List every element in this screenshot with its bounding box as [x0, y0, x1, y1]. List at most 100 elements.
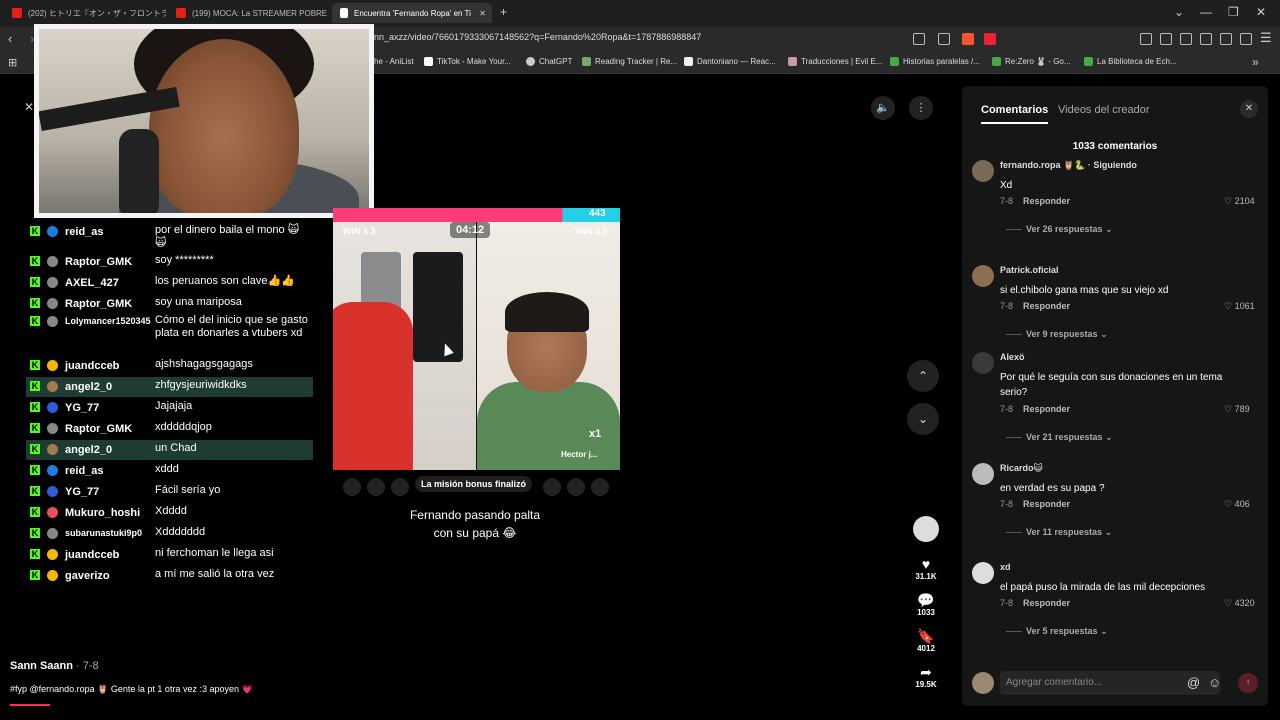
browser-tab-bar: (202) ヒトリエ『オン・ザ・フロントライン』- Y (199) MOCA: … — [0, 0, 1280, 26]
more-options-icon[interactable]: ⋮ — [909, 96, 933, 120]
wallet-icon[interactable] — [1200, 33, 1212, 45]
post-author[interactable]: Sann Saann · 7-8 — [10, 660, 99, 672]
comment-like-button[interactable]: ♡ 2104 — [1224, 196, 1255, 207]
more-bookmarks-icon[interactable]: » — [1252, 55, 1259, 69]
chat-username[interactable]: Mukuro_hoshi — [65, 507, 140, 519]
video-player[interactable]: 443 WIN x 3 WIN x 0 x1 Hector j... 04:12 — [333, 208, 620, 470]
chat-username[interactable]: reid_as — [65, 226, 104, 238]
close-tab-icon[interactable]: ✕ — [479, 9, 492, 18]
brave-shield-icon[interactable] — [962, 33, 974, 45]
tab-search-icon[interactable]: ⌄ — [1174, 5, 1184, 19]
chat-username[interactable]: AXEL_427 — [65, 277, 119, 289]
emoji-icon[interactable]: ☺ — [1208, 675, 1221, 690]
mention-icon[interactable]: @ — [1187, 675, 1200, 690]
next-video-button[interactable]: ⌄ — [907, 403, 939, 435]
browser-tab-3[interactable]: Encuentra 'Fernando Ropa' en Ti ✕ — [332, 3, 492, 23]
browser-tab-2[interactable]: (199) MOCA: La STREAMER POBRE M — [168, 3, 330, 23]
video-progress[interactable] — [10, 704, 50, 706]
comment-meta: 7-8 Responder — [1000, 196, 1070, 206]
view-replies-button[interactable]: Ver 21 respuestas ⌄ — [1006, 432, 1113, 443]
viewer-avatar — [591, 478, 609, 496]
chat-username[interactable]: angel2_0 — [65, 381, 112, 393]
bookmark-item[interactable]: Historias paralelas /... — [890, 57, 980, 66]
kick-icon: K — [30, 444, 40, 454]
translate-icon[interactable] — [913, 33, 925, 45]
view-replies-button[interactable]: Ver 11 respuestas ⌄ — [1006, 527, 1112, 538]
avatar[interactable] — [972, 265, 994, 287]
comment-username[interactable]: fernando.ropa 🦉🐍 · Siguiendo — [1000, 160, 1137, 171]
bookmark-item[interactable]: Traducciones | Evil E... — [788, 57, 882, 66]
comment-like-button[interactable]: ♡ 789 — [1224, 404, 1250, 415]
like-button[interactable]: ♥ 31.1K — [912, 556, 940, 581]
maximize-icon[interactable]: ❐ — [1228, 5, 1239, 19]
avatar[interactable] — [972, 160, 994, 182]
reply-button[interactable]: Responder — [1023, 499, 1070, 509]
chat-username[interactable]: Raptor_GMK — [65, 423, 132, 435]
reply-button[interactable]: Responder — [1023, 404, 1070, 414]
tab-comments[interactable]: Comentarios — [981, 104, 1049, 124]
chat-username[interactable]: reid_as — [65, 465, 104, 477]
new-tab-button[interactable]: + — [500, 5, 507, 19]
viewer-avatar — [567, 478, 585, 496]
creator-avatar[interactable] — [912, 516, 940, 542]
bookmark-item[interactable]: Re:Zero 🐰 - Go... — [992, 57, 1071, 66]
extensions-icon[interactable] — [1140, 33, 1152, 45]
close-window-icon[interactable]: ✕ — [1256, 5, 1266, 19]
cast-icon[interactable] — [938, 33, 950, 45]
avatar[interactable] — [972, 463, 994, 485]
save-button[interactable]: 🔖 4012 — [912, 628, 940, 653]
comment-button[interactable]: 💬 1033 — [912, 592, 940, 617]
avatar[interactable] — [972, 352, 994, 374]
apps-icon[interactable]: ⊞ — [8, 56, 17, 69]
kick-icon: K — [30, 486, 40, 496]
ai-icon[interactable] — [1220, 33, 1232, 45]
chat-username[interactable]: subarunastuki9p0 — [65, 528, 142, 538]
comment-like-button[interactable]: ♡ 4320 — [1224, 598, 1255, 609]
menu-icon[interactable]: ☰ — [1260, 30, 1272, 46]
chat-username[interactable]: angel2_0 — [65, 444, 112, 456]
chat-username[interactable]: gaverizo — [65, 570, 110, 582]
sidebar-icon[interactable] — [1180, 33, 1192, 45]
minimize-icon[interactable]: — — [1200, 5, 1212, 19]
comment-like-button[interactable]: ♡ 406 — [1224, 499, 1250, 510]
previous-video-button[interactable]: ⌃ — [907, 360, 939, 392]
chat-username[interactable]: juandcceb — [65, 360, 119, 372]
reply-button[interactable]: Responder — [1023, 301, 1070, 311]
close-icon[interactable]: ✕ — [1240, 100, 1258, 118]
comment-username[interactable]: xd — [1000, 562, 1011, 572]
comment-username[interactable]: Alexö — [1000, 352, 1025, 362]
bookmark-item[interactable]: La Biblioteca de Ech... — [1084, 57, 1177, 66]
url-field[interactable]: nn_axzz/video/7660179333067148562?q=Fern… — [374, 32, 701, 42]
bookmark-item[interactable]: Reading Tracker | Re... — [582, 57, 677, 66]
chat-username[interactable]: Lolymancer1520345 — [65, 316, 151, 326]
volume-icon[interactable]: 🔈 — [871, 96, 895, 120]
chat-username[interactable]: YG_77 — [65, 486, 99, 498]
share-button[interactable]: ➦ 19.5K — [912, 664, 940, 689]
vpn-icon[interactable] — [1240, 33, 1252, 45]
comment-username[interactable]: Ricardo😺 — [1000, 463, 1043, 474]
bookmark-item[interactable]: TikTok - Make Your... — [424, 57, 511, 66]
bookmark-item[interactable]: ChatGPT — [526, 57, 572, 66]
view-replies-button[interactable]: Ver 9 respuestas ⌄ — [1006, 329, 1108, 340]
avatar[interactable] — [972, 562, 994, 584]
chat-username[interactable]: juandcceb — [65, 549, 119, 561]
reply-button[interactable]: Responder — [1023, 196, 1070, 206]
music-icon[interactable] — [1160, 33, 1172, 45]
browser-tab-1[interactable]: (202) ヒトリエ『オン・ザ・フロントライン』- Y — [4, 3, 166, 23]
chat-username[interactable]: Raptor_GMK — [65, 256, 132, 268]
close-video-icon[interactable]: ✕ — [24, 100, 34, 114]
send-icon[interactable]: ↑ — [1238, 673, 1258, 693]
brave-rewards-icon[interactable] — [984, 33, 996, 45]
comment-like-button[interactable]: ♡ 1061 — [1224, 301, 1255, 312]
chat-text: zhfgysjeuriwidkdks — [155, 379, 247, 391]
reply-button[interactable]: Responder — [1023, 598, 1070, 608]
view-replies-button[interactable]: Ver 26 respuestas ⌄ — [1006, 224, 1113, 235]
chat-username[interactable]: YG_77 — [65, 402, 99, 414]
view-replies-button[interactable]: Ver 5 respuestas ⌄ — [1006, 626, 1108, 637]
bookmark-item[interactable]: Dantoniano — Reac... — [684, 57, 776, 66]
comment-username[interactable]: Patrick.oficial — [1000, 265, 1059, 275]
tab-creator-videos[interactable]: Videos del creador — [1058, 104, 1150, 116]
bookmark-item[interactable]: he - AniList — [374, 57, 414, 66]
chat-username[interactable]: Raptor_GMK — [65, 298, 132, 310]
back-icon[interactable]: ‹ — [8, 31, 12, 46]
